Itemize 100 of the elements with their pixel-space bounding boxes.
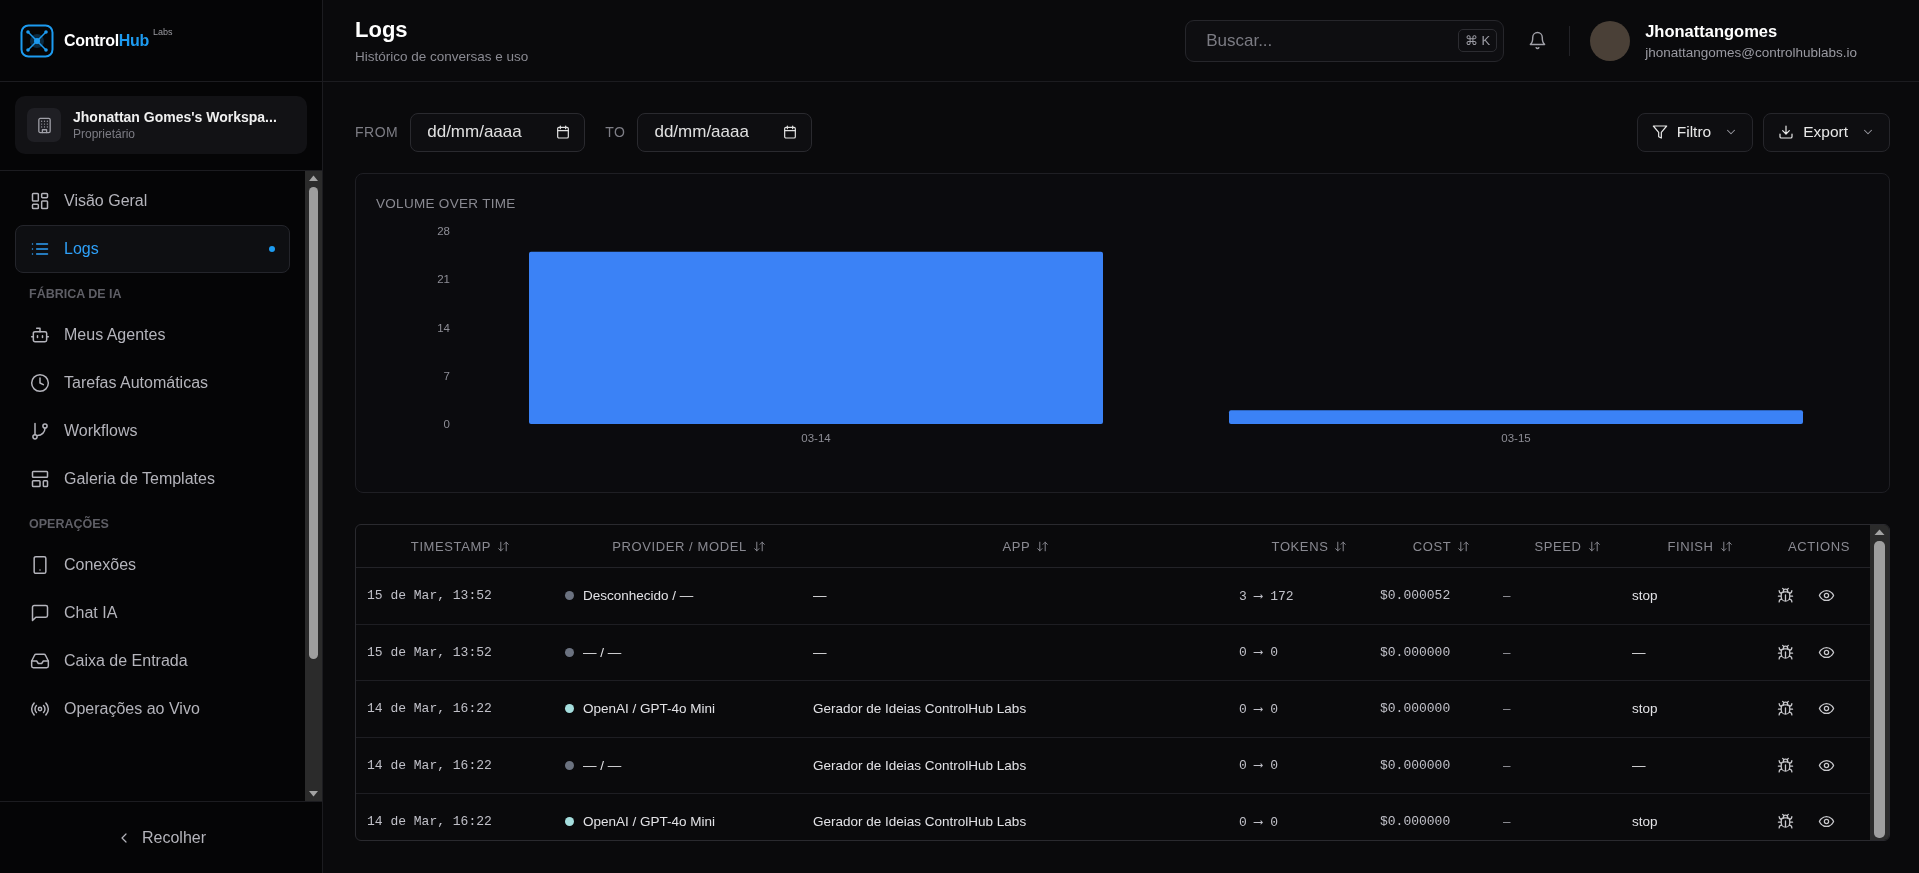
nav-item[interactable]: Meus Agentes xyxy=(15,311,290,359)
column-header[interactable]: SPEED xyxy=(1503,538,1632,554)
active-indicator xyxy=(269,246,275,252)
robot-icon xyxy=(30,325,50,345)
page-subtitle: Histórico de conversas e uso xyxy=(355,49,530,64)
table-cell: — / — xyxy=(583,757,622,773)
table-cell: OpenAI / GPT-4o Mini xyxy=(583,701,716,717)
filter-icon xyxy=(1651,124,1668,140)
grid-icon xyxy=(30,191,50,211)
chart-title: VOLUME OVER TIME xyxy=(376,196,516,211)
sort-icon xyxy=(1719,539,1733,553)
table-cell: stop xyxy=(1632,701,1658,717)
table-cell: 0 ⟶ 0 xyxy=(1239,644,1279,661)
branch-icon xyxy=(30,421,50,441)
bug-icon[interactable] xyxy=(1777,587,1794,605)
sort-icon xyxy=(1587,539,1601,553)
nav-item[interactable]: Logs xyxy=(15,225,290,273)
column-header[interactable]: FINISH xyxy=(1632,538,1768,554)
bell-icon[interactable] xyxy=(1528,31,1548,50)
logo-text: ControlHub xyxy=(64,31,149,50)
table-cell: OpenAI / GPT-4o Mini xyxy=(583,814,716,830)
inbox-icon xyxy=(30,651,50,671)
table-cell: — xyxy=(1632,644,1646,660)
download-icon xyxy=(1778,124,1795,140)
phone-icon xyxy=(30,555,50,575)
column-header[interactable]: TOKENS xyxy=(1239,538,1380,554)
table-cell: Desconhecido / — xyxy=(583,588,694,604)
export-button[interactable]: Export xyxy=(1763,112,1890,152)
table-cell: 0 ⟶ 0 xyxy=(1239,757,1279,774)
bug-icon[interactable] xyxy=(1777,756,1794,774)
building-icon xyxy=(35,116,53,134)
column-header[interactable]: TIMESTAMP xyxy=(356,538,565,554)
sort-icon xyxy=(752,539,766,553)
nav-item[interactable]: Caixa de Entrada xyxy=(15,637,290,685)
table-cell: – xyxy=(1503,757,1511,773)
section-heading: FÁBRICA DE IA xyxy=(28,285,123,303)
y-tick-label: 0 xyxy=(443,418,450,430)
collapse-button[interactable]: Recolher xyxy=(110,827,212,848)
nav-item[interactable]: Visão Geral xyxy=(15,177,290,225)
column-header[interactable]: PROVIDER / MODEL xyxy=(565,538,813,554)
column-header[interactable]: COST xyxy=(1380,538,1503,554)
workspace-switcher[interactable]: Jhonattan Gomes's Workspa... Proprietário xyxy=(15,96,307,154)
date-field[interactable]: dd/mm/aaaa xyxy=(637,112,813,152)
logo-icon xyxy=(20,23,54,58)
calendar-icon[interactable] xyxy=(555,123,572,140)
x-tick-label: 03-15 xyxy=(1501,432,1531,444)
table-cell: $0.000000 xyxy=(1380,757,1451,773)
sort-icon xyxy=(1036,539,1050,553)
nav-item[interactable]: Conexões xyxy=(15,541,290,589)
nav-item[interactable]: Operações ao Vivo xyxy=(15,685,290,733)
calendar-icon[interactable] xyxy=(782,123,799,140)
broadcast-icon xyxy=(30,699,50,719)
sort-icon xyxy=(497,539,511,553)
user-name: Jhonattangomes xyxy=(1645,21,1779,41)
table-cell: – xyxy=(1503,814,1511,830)
table-cell: Gerador de Ideias ControlHub Labs xyxy=(813,814,1027,830)
page-title: Logs xyxy=(355,17,409,43)
table-cell: Gerador de Ideias ControlHub Labs xyxy=(813,701,1027,717)
y-tick-label: 7 xyxy=(443,369,450,382)
table-cell: 14 de Mar, 16:22 xyxy=(367,814,492,830)
bug-icon[interactable] xyxy=(1777,643,1794,661)
nav-item[interactable]: Tarefas Automáticas xyxy=(15,359,290,407)
scrollbar[interactable] xyxy=(305,171,322,801)
table-cell: — xyxy=(1632,757,1646,773)
bug-icon[interactable] xyxy=(1777,813,1794,831)
table-cell: 0 ⟶ 0 xyxy=(1239,700,1279,717)
scrollbar[interactable] xyxy=(1870,525,1889,840)
table-cell: 14 de Mar, 16:22 xyxy=(367,701,492,717)
table-cell: stop xyxy=(1632,588,1658,604)
nav-item[interactable]: Workflows xyxy=(15,407,290,455)
column-header[interactable]: APP xyxy=(813,538,1239,554)
user-email: jhonattangomes@controlhublabs.io xyxy=(1645,44,1857,60)
table-cell: $0.000000 xyxy=(1380,814,1451,830)
nav-item[interactable]: Chat IA xyxy=(15,589,290,637)
table-cell: 0 ⟶ 0 xyxy=(1239,813,1279,830)
table-cell: $0.000052 xyxy=(1380,588,1451,604)
table-cell: — xyxy=(813,644,827,660)
table-cell: Gerador de Ideias ControlHub Labs xyxy=(813,757,1027,773)
keyboard-shortcut: ⌘ K xyxy=(1457,28,1498,52)
table-cell: $0.000000 xyxy=(1380,644,1451,660)
table-cell: — xyxy=(813,588,827,604)
column-header: ACTIONS xyxy=(1787,538,1851,554)
nav-item[interactable]: Galeria de Templates xyxy=(15,455,290,503)
section-heading: OPERAÇÕES xyxy=(28,515,110,533)
logo-suffix: Labs xyxy=(153,27,173,37)
layout-icon xyxy=(30,469,50,489)
bug-icon[interactable] xyxy=(1777,700,1794,718)
y-tick-label: 21 xyxy=(437,273,450,286)
clock-icon xyxy=(30,373,50,393)
y-tick-label: 28 xyxy=(437,225,450,237)
table-cell: $0.000000 xyxy=(1380,701,1451,717)
table-cell: 15 de Mar, 13:52 xyxy=(367,644,492,660)
chat-bubble-icon xyxy=(30,603,50,623)
x-tick-label: 03-14 xyxy=(801,432,831,444)
table-cell: 3 ⟶ 172 xyxy=(1239,587,1294,604)
field-label: FROM xyxy=(355,124,399,140)
sort-icon xyxy=(1334,539,1348,553)
date-field[interactable]: dd/mm/aaaa xyxy=(410,112,586,152)
filter-button[interactable]: Filtro xyxy=(1636,112,1754,152)
field-label: TO xyxy=(605,124,626,140)
